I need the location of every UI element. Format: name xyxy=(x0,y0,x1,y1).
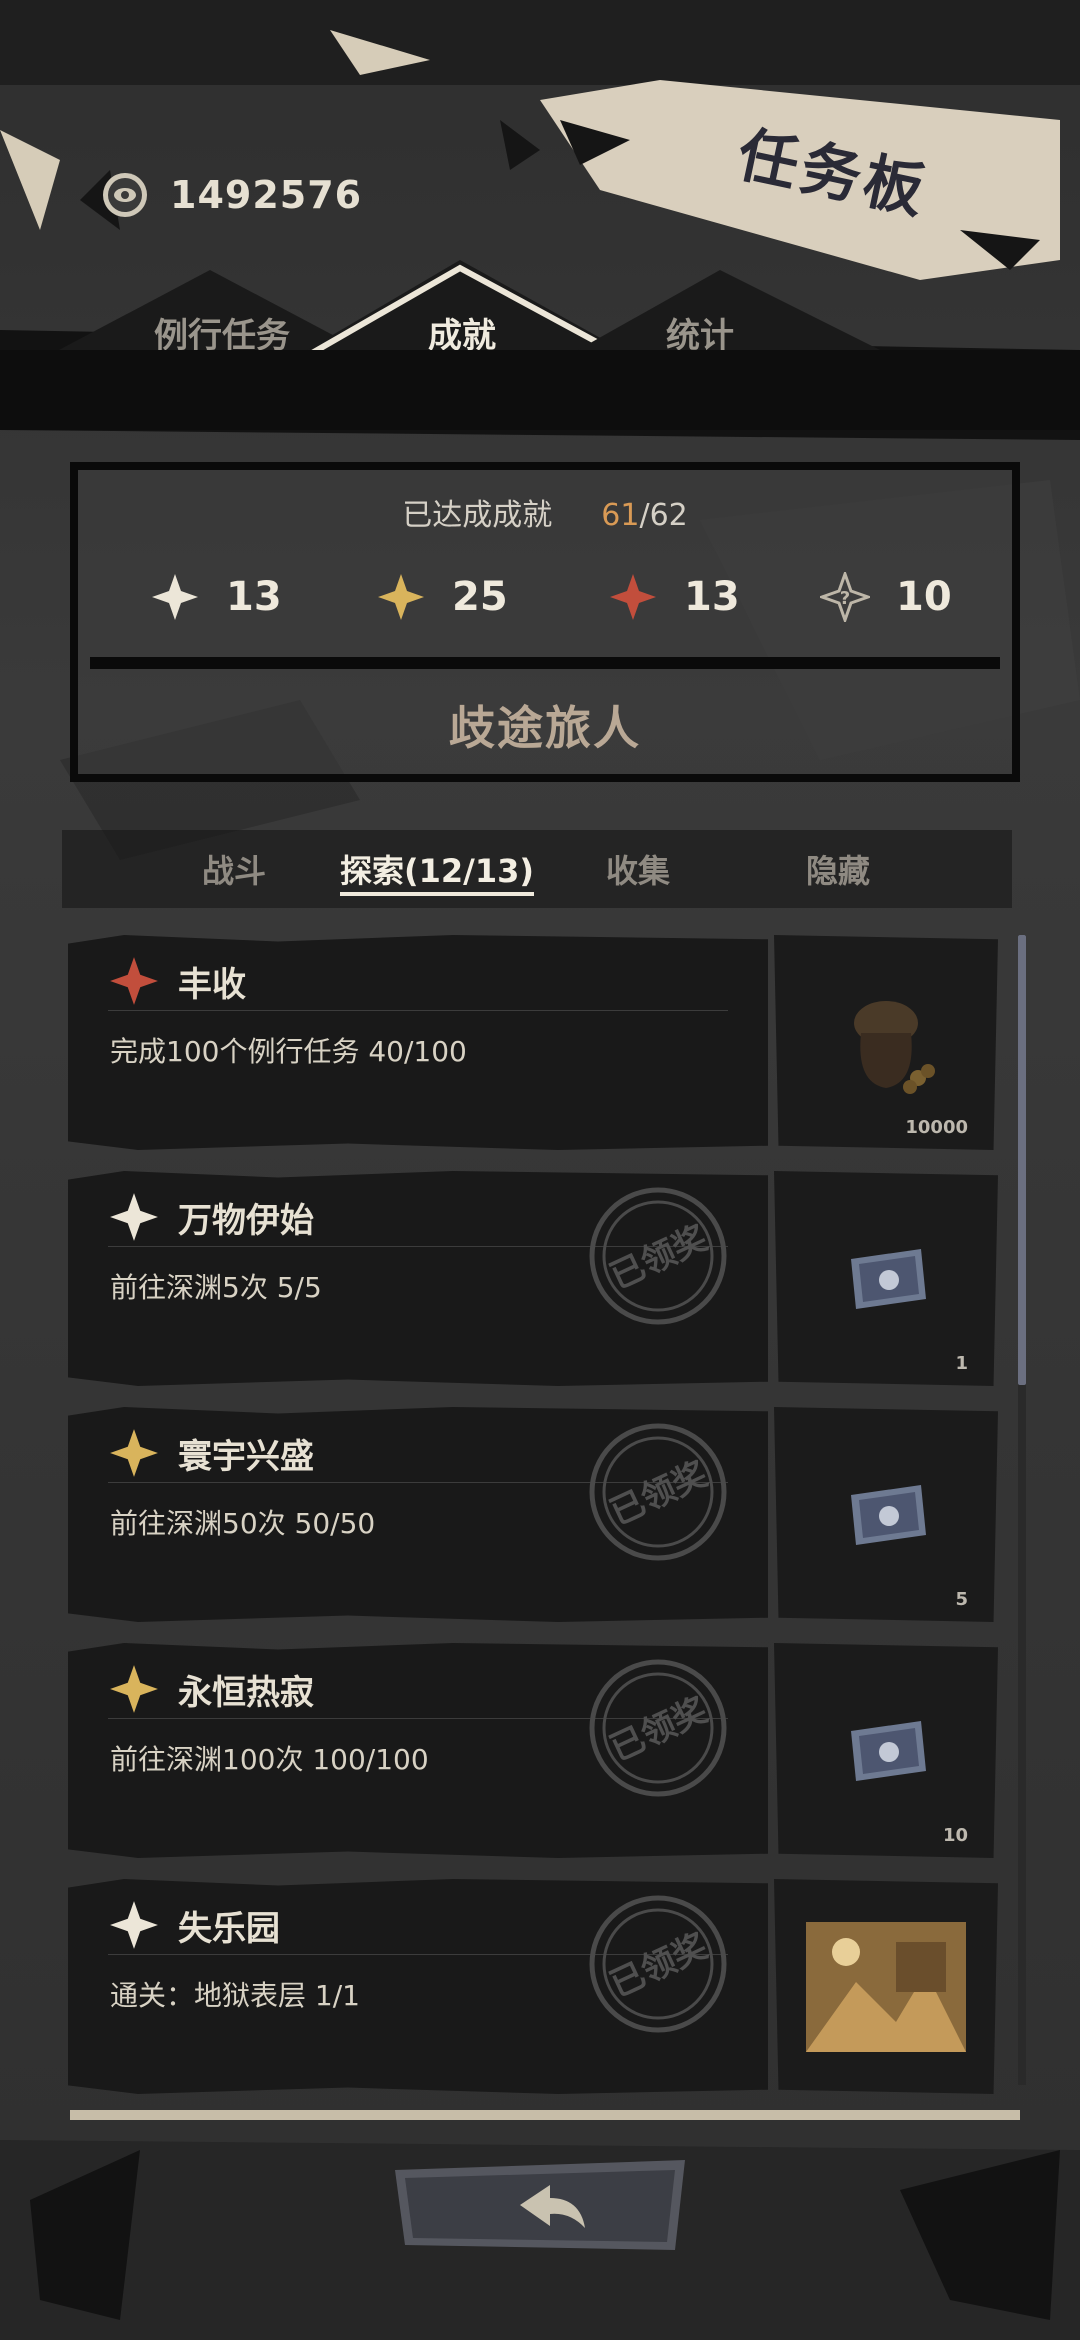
achievement-tier-stats: 13 25 13 ? 10 xyxy=(150,572,980,652)
ticket-icon xyxy=(851,1248,926,1309)
landscape-picture-icon xyxy=(806,1921,966,2052)
gold-star-icon xyxy=(110,1665,158,1713)
tab-exploration[interactable]: 探索(12/13) xyxy=(340,846,535,896)
achievement-count-now: 61 xyxy=(601,498,640,533)
reward-slot[interactable]: 1 xyxy=(774,1171,998,1386)
achievement-description: 完成100个例行任务 40/100 xyxy=(110,1035,467,1068)
reward-slot[interactable] xyxy=(774,1879,998,2094)
stat-red: 13 xyxy=(608,572,740,622)
card-divider xyxy=(108,1010,728,1011)
scroll-thumb[interactable] xyxy=(1018,935,1026,1385)
stat-gold-count: 25 xyxy=(452,574,508,620)
tab-exploration-label: 探索(12/13) xyxy=(340,852,535,896)
task-board-screen: 任务板 1492576 例行任务 成就 统计 已达成成就 61/62 13 25… xyxy=(0,0,1080,2340)
achievement-list[interactable]: 丰收 完成100个例行任务 40/100 10000 万物伊始 前往深渊5次 5… xyxy=(68,935,998,2105)
coin-bag-icon xyxy=(854,1000,935,1094)
stat-white: 13 xyxy=(150,572,282,622)
claimed-stamp-icon: 已领奖 xyxy=(589,1659,727,1797)
achievement-description: 前往深渊5次 5/5 xyxy=(110,1271,322,1304)
achievement-count-total: 62 xyxy=(649,498,688,533)
back-button[interactable] xyxy=(385,2150,695,2260)
achievement-title: 丰收 xyxy=(178,965,246,1005)
white-star-icon xyxy=(152,574,198,620)
currency-display: 1492576 xyxy=(100,170,362,220)
white-star-icon xyxy=(110,1193,158,1241)
tab-combat[interactable]: 战斗 xyxy=(202,846,266,892)
ticket-icon xyxy=(851,1484,926,1545)
stat-hidden: ? 10 xyxy=(820,572,952,622)
achievement-title: 万物伊始 xyxy=(178,1201,314,1241)
ticket-icon xyxy=(851,1720,926,1781)
eye-coin-icon xyxy=(103,173,147,217)
list-scrollbar[interactable] xyxy=(1018,935,1026,2085)
achievement-count: 已达成成就 61/62 xyxy=(70,490,1020,534)
stat-white-count: 13 xyxy=(226,574,282,620)
currency-value: 1492576 xyxy=(170,173,363,217)
tab-collection[interactable]: 收集 xyxy=(606,846,670,892)
achievement-summary-panel: 已达成成就 61/62 13 25 13 ? 10 歧途旅人 xyxy=(70,462,1020,782)
stat-hidden-count: 10 xyxy=(896,574,952,620)
achievement-title: 寰宇兴盛 xyxy=(178,1437,314,1477)
stamp-text: 已领奖 xyxy=(604,1454,713,1533)
stamp-text: 已领奖 xyxy=(604,1690,713,1769)
claimed-stamp-icon: 已领奖 xyxy=(589,1187,727,1325)
achievement-description: 前往深渊50次 50/50 xyxy=(110,1507,376,1540)
reward-slot[interactable]: 10 xyxy=(774,1643,998,1858)
reward-count: 10 xyxy=(942,1825,968,1846)
category-tab-bar: 战斗 探索(12/13) 收集 隐藏 xyxy=(62,830,1012,908)
hidden-star-icon: ? xyxy=(820,572,870,622)
tab-underline-strip xyxy=(0,350,1080,430)
reward-count: 10000 xyxy=(905,1117,968,1138)
reward-count: 5 xyxy=(955,1589,968,1610)
gold-star-icon xyxy=(110,1429,158,1477)
achievement-card[interactable]: 失乐园 通关：地狱表层 1/1 已领奖 xyxy=(68,1879,998,2094)
list-bottom-border xyxy=(70,2110,1020,2120)
red-star-icon xyxy=(110,957,158,1005)
stamp-text: 已领奖 xyxy=(604,1926,713,2005)
tab-hidden[interactable]: 隐藏 xyxy=(806,846,870,892)
stat-red-count: 13 xyxy=(684,574,740,620)
claimed-stamp-icon: 已领奖 xyxy=(589,1895,727,2033)
summary-divider xyxy=(90,657,1000,669)
stamp-text: 已领奖 xyxy=(604,1218,713,1297)
svg-text:?: ? xyxy=(840,588,850,609)
gold-star-icon xyxy=(378,574,424,620)
achievement-card[interactable]: 丰收 完成100个例行任务 40/100 10000 xyxy=(68,935,998,1150)
stat-gold: 25 xyxy=(376,572,508,622)
rank-title: 歧途旅人 xyxy=(449,701,641,755)
achievement-card[interactable]: 万物伊始 前往深渊5次 5/5 已领奖 1 xyxy=(68,1171,998,1386)
reward-count: 1 xyxy=(955,1353,968,1374)
achievement-card[interactable]: 永恒热寂 前往深渊100次 100/100 已领奖 10 xyxy=(68,1643,998,1858)
achievement-count-separator: / xyxy=(639,498,650,533)
achievement-title: 失乐园 xyxy=(178,1909,280,1949)
reward-slot[interactable]: 5 xyxy=(774,1407,998,1622)
red-star-icon xyxy=(610,574,656,620)
claimed-stamp-icon: 已领奖 xyxy=(589,1423,727,1561)
achievement-description: 通关：地狱表层 1/1 xyxy=(110,1979,360,2012)
reward-slot[interactable]: 10000 xyxy=(774,935,998,1150)
achievement-description: 前往深渊100次 100/100 xyxy=(110,1743,429,1776)
achievement-count-label: 已达成成就 xyxy=(402,498,553,533)
achievement-title: 永恒热寂 xyxy=(178,1673,314,1713)
white-star-icon xyxy=(110,1901,158,1949)
achievement-card[interactable]: 寰宇兴盛 前往深渊50次 50/50 已领奖 5 xyxy=(68,1407,998,1622)
